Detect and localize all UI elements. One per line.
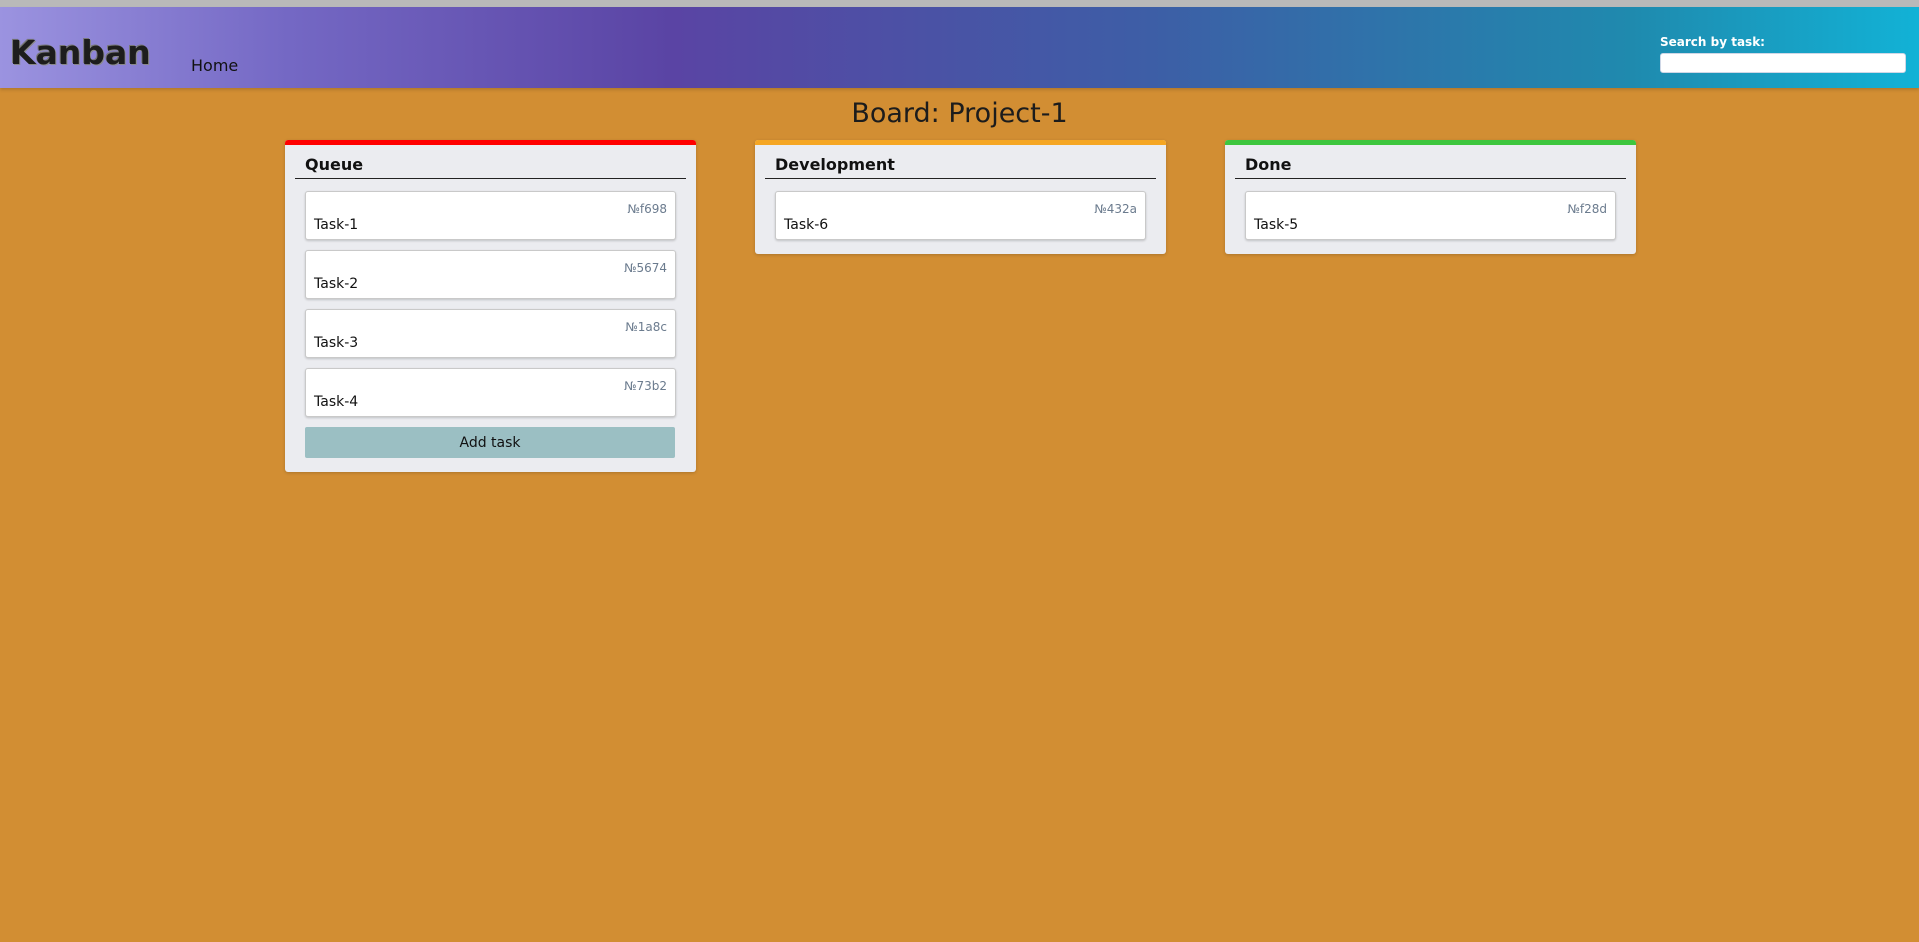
task-id: №f28d: [1567, 202, 1607, 216]
task-title: Task-4: [314, 394, 359, 410]
task-card[interactable]: №1a8c Task-3: [305, 309, 676, 358]
search-container: Search by task:: [1660, 35, 1910, 73]
task-card[interactable]: №73b2 Task-4: [305, 368, 676, 417]
task-id: №f698: [627, 202, 667, 216]
add-task-button[interactable]: Add task: [305, 427, 675, 458]
column-development: Development №432a Task-6: [755, 140, 1166, 254]
column-title: Queue: [295, 145, 686, 179]
task-title: Task-2: [314, 276, 359, 292]
task-id: №5674: [623, 261, 667, 275]
task-title: Task-5: [1254, 217, 1299, 233]
task-title: Task-6: [784, 217, 829, 233]
column-title: Development: [765, 145, 1156, 179]
nav-home-link[interactable]: Home: [191, 56, 238, 75]
app-logo[interactable]: Kanban: [10, 33, 151, 72]
board-title: Board: Project-1: [851, 98, 1068, 129]
task-card[interactable]: №5674 Task-2: [305, 250, 676, 299]
task-title: Task-3: [314, 335, 359, 351]
card-list: №f698 Task-1 №5674 Task-2 №1a8c Task-3 №…: [295, 179, 686, 417]
column-queue: Queue №f698 Task-1 №5674 Task-2 №1a8c Ta…: [285, 140, 696, 472]
app-header: Kanban Home Search by task:: [0, 7, 1919, 88]
task-card[interactable]: №f698 Task-1: [305, 191, 676, 240]
task-id: №432a: [1094, 202, 1137, 216]
card-list: №432a Task-6: [765, 179, 1156, 240]
search-label: Search by task:: [1660, 35, 1765, 49]
browser-top-strip: [0, 0, 1919, 7]
column-title: Done: [1235, 145, 1626, 179]
column-done: Done №f28d Task-5: [1225, 140, 1636, 254]
task-card[interactable]: №432a Task-6: [775, 191, 1146, 240]
task-card[interactable]: №f28d Task-5: [1245, 191, 1616, 240]
card-list: №f28d Task-5: [1235, 179, 1626, 240]
task-id: №1a8c: [625, 320, 667, 334]
task-id: №73b2: [623, 379, 667, 393]
task-title: Task-1: [314, 217, 359, 233]
search-input[interactable]: [1660, 52, 1906, 73]
